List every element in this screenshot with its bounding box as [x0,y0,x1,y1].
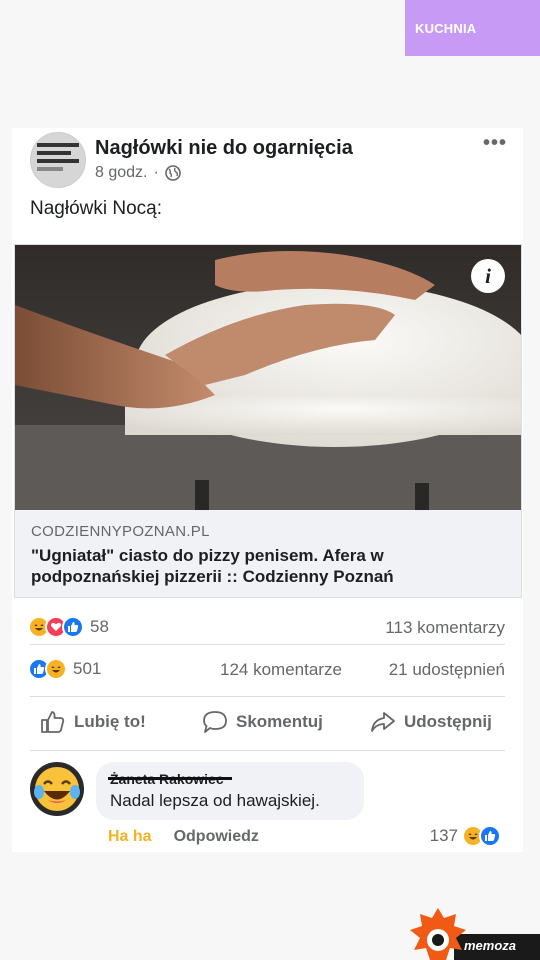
comment-button[interactable]: Skomentuj [202,710,323,734]
commenter-avatar[interactable] [30,762,84,816]
avatar-newspaper-line [37,167,63,171]
author-redaction [108,777,232,780]
share-button-label: Udostępnij [404,712,492,731]
comment-actions: Ha ha Odpowiedz [108,828,259,846]
reaction-count-2: 501 [73,659,102,678]
post-meta: 8 godz. · [95,164,181,182]
divider [30,750,505,751]
laughing-emoji-icon [34,767,80,811]
comment-reaction-count: 137 [429,826,458,845]
share-button[interactable]: Udostępnij [370,710,492,734]
divider [30,644,505,645]
comment-button-label: Skomentuj [236,712,323,731]
comments-count-2[interactable]: 124 komentarze [220,660,342,680]
category-tag-label: KUCHNIA [415,20,477,36]
watermark-text: memoza [464,938,517,953]
globe-icon [165,165,181,181]
post-time[interactable]: 8 godz. [95,164,147,182]
post-text: Nagłówki Nocą: [30,198,162,219]
comment-bubble[interactable]: Żaneta Rakowiec Nadal lepsza od hawajski… [96,762,364,820]
link-domain: CODZIENNYPOZNAN.PL [31,523,210,540]
comment-reply-button[interactable]: Odpowiedz [174,828,259,846]
meta-separator: · [153,164,159,181]
thumbs-up-icon [41,711,65,733]
page-name[interactable]: Nagłówki nie do ogarnięcia [95,137,353,160]
post-card: Nagłówki nie do ogarnięcia 8 godz. · •••… [12,128,523,852]
link-headline[interactable]: "Ugniatał" ciasto do pizzy penisem. Afer… [31,545,501,587]
share-icon [371,712,395,732]
category-tag[interactable]: KUCHNIA [405,0,540,56]
divider [30,696,505,697]
comments-count-1[interactable]: 113 komentarzy [385,618,505,638]
page-avatar[interactable] [30,132,86,188]
link-info[interactable]: CODZIENNYPOZNAN.PL "Ugniatał" ciasto do … [15,510,521,597]
comment-haha-button[interactable]: Ha ha [108,828,152,846]
like-button[interactable]: Lubię to! [40,710,146,734]
shares-count[interactable]: 21 udostępnień [389,660,505,680]
dough-photo[interactable]: i [15,245,521,510]
reactions-summary-2[interactable]: 501 [28,658,101,680]
link-preview[interactable]: i CODZIENNYPOZNAN.PL "Ugniatał" ciasto d… [14,244,522,598]
avatar-newspaper-line [37,143,79,147]
comment-icon [203,711,227,733]
avatar-newspaper-line [37,151,71,155]
comments-count-2-label: 124 komentarze [220,660,342,679]
like-emoji-icon [62,616,84,638]
comment-text: Nadal lepsza od hawajskiej. [110,791,320,810]
like-button-label: Lubię to! [74,712,146,731]
comment-reactions[interactable]: 137 [430,825,501,847]
avatar-newspaper-line [37,159,79,163]
more-options-button[interactable]: ••• [483,132,507,155]
info-button[interactable]: i [471,259,505,293]
reaction-count-1: 58 [90,617,109,636]
like-emoji-icon [479,825,501,847]
reactions-summary-1[interactable]: 58 [28,616,109,638]
haha-emoji-icon [45,658,67,680]
